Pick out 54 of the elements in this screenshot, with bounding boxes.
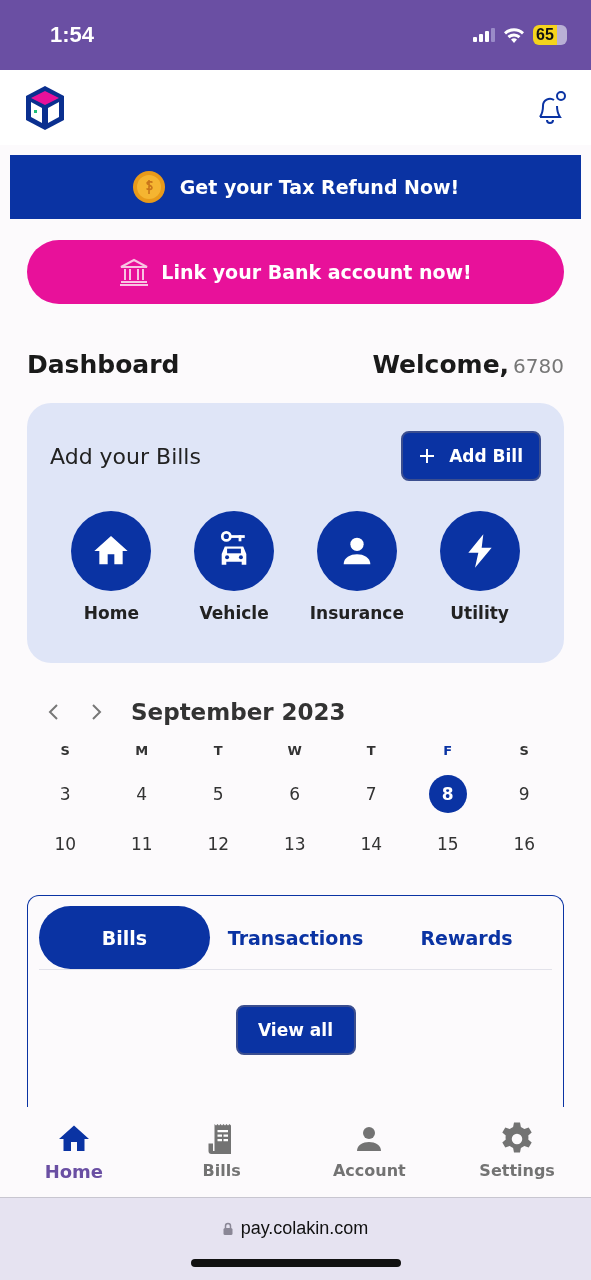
tax-refund-banner[interactable]: Get your Tax Refund Now! (10, 155, 581, 219)
weekday-label: T (213, 743, 223, 760)
tab[interactable]: Bills (39, 906, 210, 969)
bill-category[interactable]: Utility (420, 511, 539, 623)
nav-item[interactable]: Home (13, 1107, 134, 1197)
weekday-label: S (60, 743, 70, 760)
calendar-day[interactable]: 7 (352, 775, 391, 813)
bill-category[interactable]: Vehicle (175, 511, 294, 623)
coin-icon (131, 170, 166, 204)
lock-icon (222, 1222, 233, 1235)
plus-icon (419, 448, 436, 464)
status-time: 1:54 (50, 22, 95, 48)
banner-text: Get your Tax Refund Now! (179, 176, 460, 198)
next-month-icon[interactable] (91, 703, 103, 721)
calendar-day[interactable]: 13 (275, 825, 314, 863)
nav-item[interactable]: Bills (161, 1107, 282, 1197)
bill-category[interactable]: Insurance (297, 511, 416, 623)
bank-icon (119, 258, 150, 286)
calendar-day[interactable]: 3 (46, 775, 85, 813)
weekday-label: S (519, 743, 529, 760)
calendar-day[interactable]: 9 (505, 775, 544, 813)
nav-item[interactable]: Account (309, 1107, 430, 1197)
calendar-day[interactable]: 15 (428, 825, 467, 863)
weekday-label: W (287, 743, 302, 760)
calendar-month: September 2023 (131, 699, 346, 725)
welcome-text: Welcome, (372, 350, 510, 379)
user-id: 6780 (513, 354, 564, 378)
battery-level: 65 (535, 26, 554, 44)
add-bill-button[interactable]: Add Bill (401, 431, 541, 481)
calendar-day[interactable]: 8 (428, 775, 467, 813)
page-title: Dashboard (27, 350, 180, 379)
signal-icon (473, 28, 495, 42)
url-text[interactable]: pay.colakin.com (240, 1218, 369, 1239)
tab[interactable]: Rewards (381, 906, 552, 969)
calendar-day[interactable]: 5 (199, 775, 238, 813)
nav-item[interactable]: Settings (457, 1107, 578, 1197)
weekday-label: M (135, 743, 149, 760)
card-title: Add your Bills (50, 443, 201, 469)
calendar-day[interactable]: 4 (122, 775, 161, 813)
weekday-label: F (443, 743, 453, 760)
calendar-day[interactable]: 16 (505, 825, 544, 863)
calendar-day[interactable]: 12 (199, 825, 238, 863)
cube-logo-icon (24, 84, 66, 131)
bill-category[interactable]: Home (52, 511, 171, 623)
link-bank-button[interactable]: Link your Bank account now! (27, 240, 564, 304)
calendar-day[interactable]: 11 (122, 825, 161, 863)
wifi-icon (503, 27, 525, 43)
previous-month-icon[interactable] (47, 703, 59, 721)
calendar-day[interactable]: 10 (46, 825, 85, 863)
tab[interactable]: Transactions (210, 906, 381, 969)
calendar-day[interactable]: 6 (275, 775, 314, 813)
weekday-label: T (366, 743, 376, 760)
view-all-button[interactable]: View all (235, 1005, 356, 1055)
calendar-day[interactable]: 14 (352, 825, 391, 863)
